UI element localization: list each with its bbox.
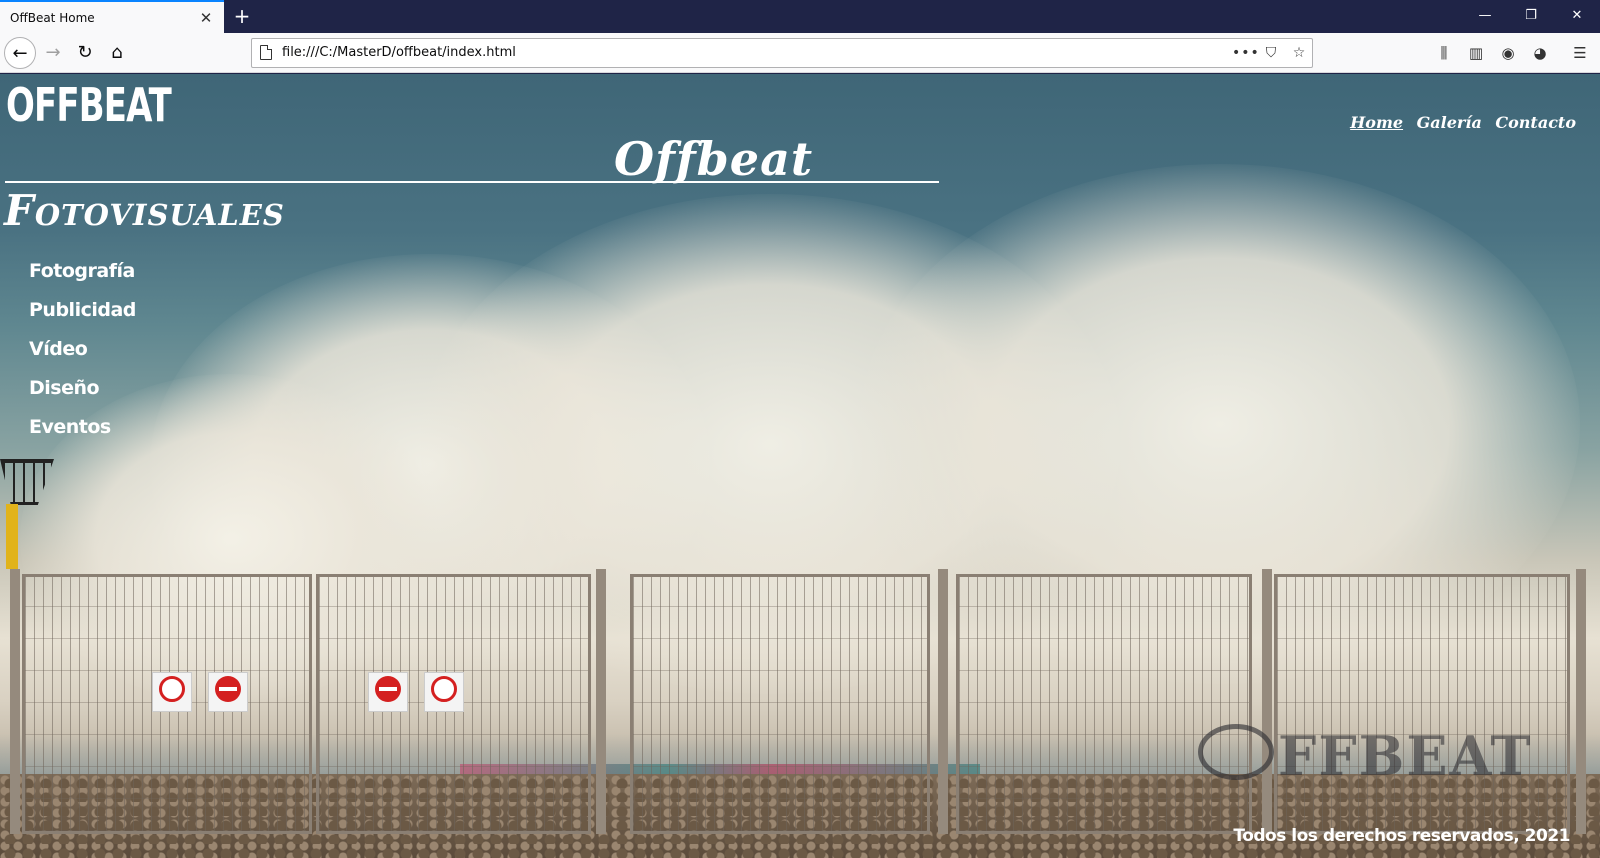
no-pedestrian-sign — [424, 672, 464, 712]
menu-item-fotografia[interactable]: Fotografía — [29, 260, 136, 299]
main-navigation: Home Galería Contacto — [1342, 113, 1576, 132]
url-bar[interactable]: file:///C:/MasterD/offbeat/index.html ••… — [251, 38, 1313, 68]
page-viewport: OFFBEAT Home Galería Contacto Offbeat Fo… — [0, 74, 1600, 858]
hero-subtitle: Fotovisuales — [4, 186, 285, 235]
home-button[interactable]: ⌂ — [101, 37, 133, 69]
fence-post — [10, 569, 20, 834]
menu-item-diseno[interactable]: Diseño — [29, 377, 136, 416]
sidebar-icon[interactable]: ▥ — [1464, 41, 1488, 65]
page-icon — [260, 45, 272, 60]
back-button[interactable]: ← — [4, 37, 36, 69]
extension-icon[interactable]: ◕ — [1528, 41, 1552, 65]
menu-item-eventos[interactable]: Eventos — [29, 416, 136, 455]
nav-home[interactable]: Home — [1350, 113, 1403, 132]
tab-title: OffBeat Home — [10, 11, 95, 25]
nav-galeria[interactable]: Galería — [1417, 113, 1482, 132]
new-tab-button[interactable]: + — [231, 4, 253, 28]
bookmark-star-icon[interactable]: ☆ — [1288, 42, 1310, 64]
fence-post — [596, 569, 606, 834]
active-tab[interactable]: OffBeat Home ✕ — [0, 0, 224, 33]
nav-contacto[interactable]: Contacto — [1495, 113, 1576, 132]
restore-button[interactable]: ❐ — [1508, 0, 1554, 32]
hero-title: Offbeat — [614, 132, 814, 186]
site-logo[interactable]: OFFBEAT — [6, 78, 172, 132]
navigation-toolbar: ← → ↻ ⌂ file:///C:/MasterD/offbeat/index… — [0, 33, 1600, 73]
menu-item-publicidad[interactable]: Publicidad — [29, 299, 136, 338]
services-menu: Fotografía Publicidad Vídeo Diseño Event… — [29, 260, 136, 455]
fence-post — [1576, 569, 1586, 834]
hamburger-menu-icon[interactable]: ☰ — [1568, 41, 1592, 65]
url-text[interactable]: file:///C:/MasterD/offbeat/index.html — [282, 45, 516, 60]
fence-post — [1262, 569, 1272, 834]
hero-divider — [5, 181, 939, 183]
library-icon[interactable]: ⫼ — [1432, 41, 1456, 65]
no-entry-sign — [368, 672, 408, 712]
no-entry-sign — [208, 672, 248, 712]
no-pedestrian-sign — [152, 672, 192, 712]
watermark-emblem — [1198, 724, 1274, 780]
watermark-logo: FFBEAT — [1278, 724, 1533, 788]
tab-strip: OffBeat Home ✕ + — ❐ ✕ — [0, 0, 1600, 33]
beacon-tower — [0, 449, 56, 569]
tab-close-icon[interactable]: ✕ — [197, 9, 215, 27]
footer-copyright: Todos los derechos reservados, 2021 — [1233, 826, 1570, 846]
forward-button[interactable]: → — [37, 37, 69, 69]
page-actions-icon[interactable]: ••• — [1232, 42, 1259, 64]
minimize-button[interactable]: — — [1462, 0, 1508, 32]
menu-item-video[interactable]: Vídeo — [29, 338, 136, 377]
account-icon[interactable]: ◉ — [1496, 41, 1520, 65]
close-window-button[interactable]: ✕ — [1554, 0, 1600, 32]
fence-post — [938, 569, 948, 834]
pocket-icon[interactable]: ⛉ — [1260, 42, 1282, 64]
reload-button[interactable]: ↻ — [69, 37, 101, 69]
